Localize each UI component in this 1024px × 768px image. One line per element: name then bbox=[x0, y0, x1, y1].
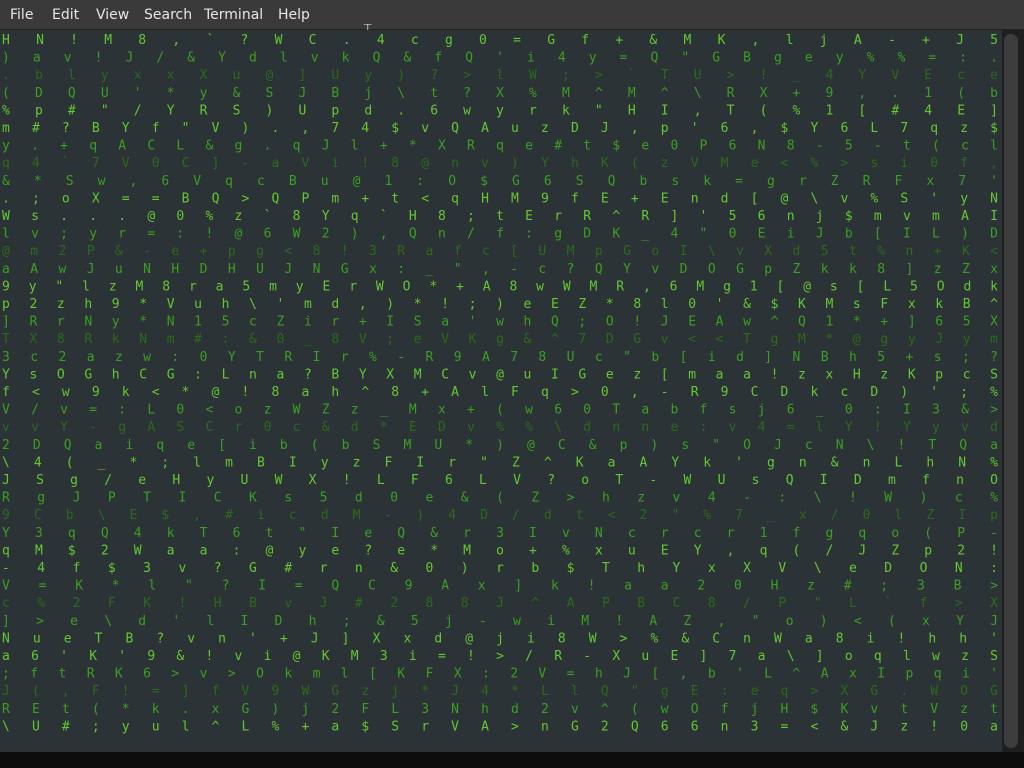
terminal-line: V / v = : L 0 < o z W Z z _ M x + ( w 6 … bbox=[2, 403, 998, 418]
menu-file[interactable]: File bbox=[10, 6, 33, 24]
terminal-line: - 4 f $ 3 v ? G # r n & 0 ) r b $ T h Y … bbox=[2, 561, 998, 576]
terminal-line: H N ! M 8 , ` ? W C . 4 c g 0 = G f + & … bbox=[2, 33, 998, 48]
terminal-line: . b l y x x X u @ ] U y ) ? > l W ; > ` … bbox=[2, 68, 998, 83]
terminal-line: a 6 ' K ' 9 & ! v i @ K M 3 i = ! > / R … bbox=[2, 649, 998, 664]
terminal-line: v v Y - g A S C r 0 c & d * E D v % % \ … bbox=[2, 420, 998, 435]
terminal-line: Y s O G h C G : L n a ? B Y X M C v @ u … bbox=[2, 367, 998, 382]
terminal-line: f < w 9 k < * @ ! 8 a h ^ 8 + A l F q > … bbox=[2, 385, 998, 400]
terminal-line: N u e T B ? v n ' + J ] X x d @ j i 8 W … bbox=[2, 631, 998, 646]
menu-bar: File Edit View Search Terminal Help bbox=[0, 0, 1024, 30]
terminal-line: % p # " / Y R S ) U p d . 6 w y r k " H … bbox=[2, 103, 998, 118]
terminal-line: p 2 z h 9 * V u h \ ' m d , ) * ! ; ) e … bbox=[2, 297, 998, 312]
terminal-line: m # ? B Y f " V ) . , 7 4 $ v Q A u z D … bbox=[2, 121, 998, 136]
terminal-line: q 4 ` 7 V 0 C ] - a V i ! 8 @ n v ) Y h … bbox=[2, 156, 998, 171]
terminal-line: . ; o X = = B Q > Q P m + t < q H M 9 f … bbox=[2, 191, 998, 206]
terminal-line: ] R r N y * N 1 5 c Z i r + I S a ' w h … bbox=[2, 315, 998, 330]
terminal-line: ) a v ! J / & Y d l v k Q & f Q ' i 4 y … bbox=[2, 51, 998, 66]
menu-view[interactable]: View bbox=[96, 6, 129, 24]
terminal-line: Y 3 q Q 4 k T 6 t " I e Q & r 3 I v N c … bbox=[2, 526, 998, 541]
terminal-line: R g J P T I C K s 5 d 0 e & ( Z > h z v … bbox=[2, 491, 998, 506]
terminal-line: V = K * l " ? I = Q C 9 A x ] k ! a a 2 … bbox=[2, 579, 998, 594]
terminal-line: 9 y " l z M 8 r a 5 m y E r W O * + A 8 … bbox=[2, 279, 998, 294]
menu-search[interactable]: Search bbox=[144, 6, 192, 24]
terminal-line: c % 2 F K ! H B v J # 2 8 8 J ^ A P B C … bbox=[2, 596, 998, 611]
terminal-output[interactable]: H N ! M 8 , ` ? W C . 4 c g 0 = G f + & … bbox=[0, 30, 1002, 752]
terminal-line: & * S w , 6 V q c B u @ 1 : O $ G 6 S Q … bbox=[2, 174, 998, 189]
terminal-line: l v ; y r = : ! @ 6 W 2 ) , Q n / f : g … bbox=[2, 227, 998, 242]
menu-terminal[interactable]: Terminal bbox=[204, 6, 263, 24]
terminal-line: \ U # ; y u l ^ L % + a $ S r V A > n G … bbox=[2, 719, 998, 734]
terminal-line: \ 4 ( _ * ; l m B I y z F I r " Z ^ K a … bbox=[2, 455, 998, 470]
terminal-line: R E t ( * k . x G ) j 2 F L 3 N h d 2 v … bbox=[2, 702, 998, 717]
terminal-line: 9 C b \ E $ , # i c d M - ) 4 D / d t < … bbox=[2, 508, 998, 523]
terminal-line: a A w J u N H D H U J N G x : _ " , - c … bbox=[2, 262, 998, 277]
scrollbar-thumb[interactable] bbox=[1004, 34, 1018, 748]
terminal-line: 2 D Q a i q e [ i b ( b S M U * ) @ C & … bbox=[2, 438, 998, 453]
terminal-line: W s . . . @ 0 % z ` 8 Y q ` H 8 ; t E r … bbox=[2, 209, 998, 224]
bottom-bar bbox=[0, 752, 1024, 768]
terminal-line: y . + q A C L & g . q J l + * X R q e # … bbox=[2, 139, 998, 154]
menu-help[interactable]: Help bbox=[278, 6, 310, 24]
terminal-text-area: H N ! M 8 , ` ? W C . 4 c g 0 = G f + & … bbox=[2, 33, 998, 734]
terminal-line: J S g / e H y U W X ! L F 6 L V ? o T - … bbox=[2, 473, 998, 488]
terminal-line: q M $ 2 W a a : @ y e ? e * M o + % x u … bbox=[2, 543, 998, 558]
terminal-line: @ m 2 P & - e + p g < 8 ! 3 R a f c [ U … bbox=[2, 244, 998, 259]
terminal-line: T X 8 R k N m # : & 0 _ 8 V ; e V K g & … bbox=[2, 332, 998, 347]
menu-edit[interactable]: Edit bbox=[52, 6, 79, 24]
terminal-line: ; f t R K 6 > v > O k m l [ K F X : 2 V … bbox=[2, 667, 998, 682]
terminal-line: ( D Q U ' * y & S J B j \ t ? X % M ^ M … bbox=[2, 86, 998, 101]
terminal-line: ] > e \ d ' l I D h ; & 5 j - w i M ! A … bbox=[2, 614, 998, 629]
terminal-line: 3 c 2 a z w : 0 Y T R I r % - R 9 A 7 8 … bbox=[2, 350, 998, 365]
terminal-line: J ( , F ! = ] f V 9 W G z j * J 4 * L l … bbox=[2, 684, 998, 699]
